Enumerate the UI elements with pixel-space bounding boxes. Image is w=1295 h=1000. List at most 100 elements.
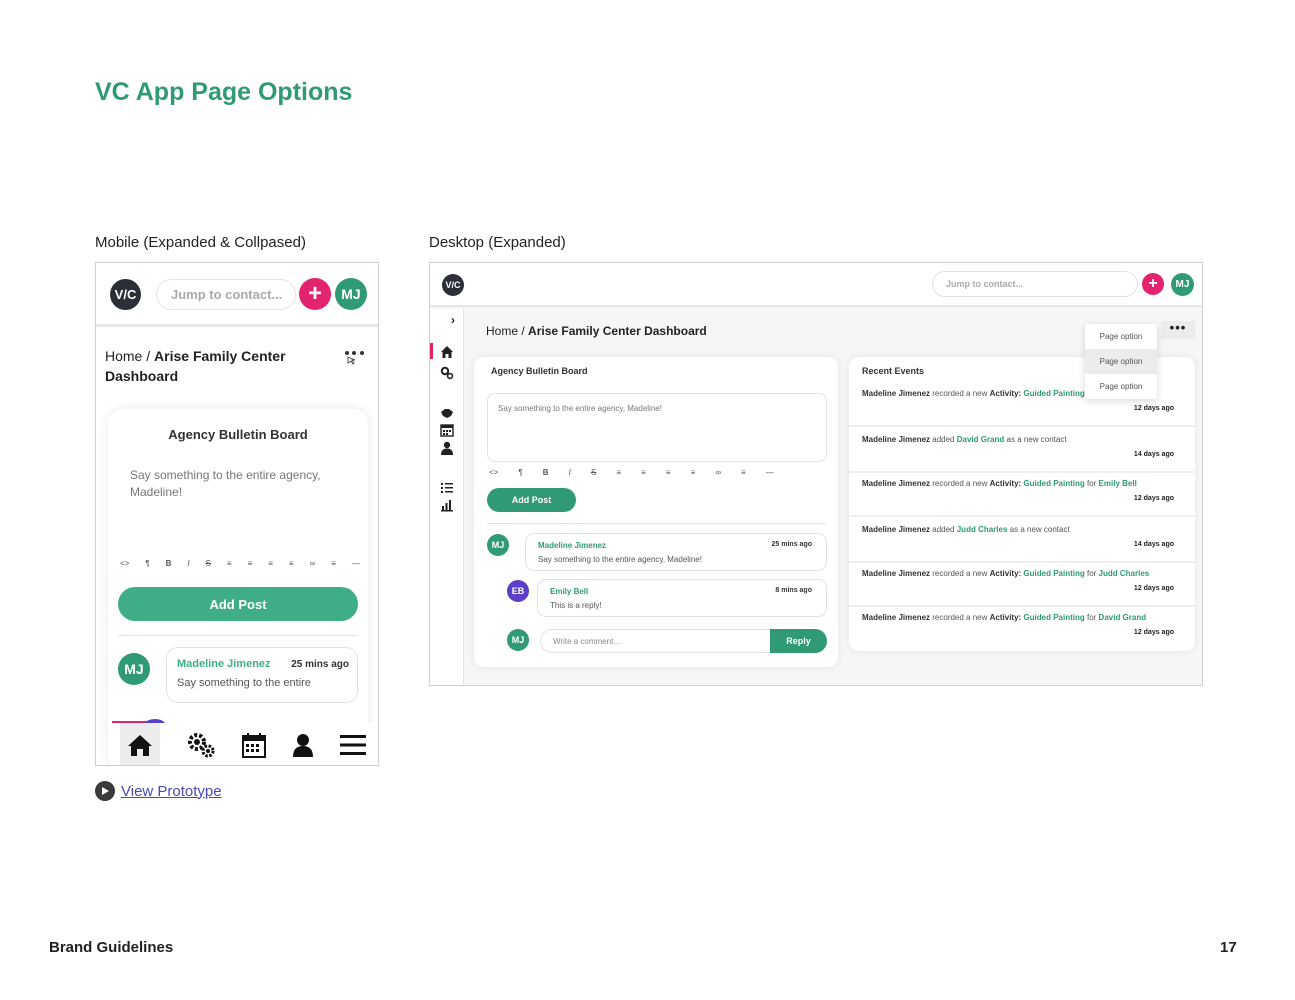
- toolbar-button[interactable]: ∞: [715, 468, 721, 477]
- event-text: Madeline Jimenez recorded a new Activity…: [862, 389, 1085, 398]
- calendar-icon[interactable]: [242, 732, 266, 758]
- gears-icon[interactable]: [186, 731, 216, 759]
- event-preposition: for: [1084, 569, 1099, 578]
- comment-input[interactable]: Write a comment… Reply: [540, 629, 827, 653]
- editor-toolbar: <> ¶ B I S ≡ ≡ ≡ ≡ ∞ ≡ —: [489, 468, 774, 477]
- divider: [118, 635, 358, 636]
- event-time: 12 days ago: [1133, 405, 1174, 412]
- view-prototype-text[interactable]: View Prototype: [121, 783, 222, 800]
- play-icon: [95, 781, 115, 801]
- toolbar-button[interactable]: ≡: [248, 559, 253, 568]
- more-options-icon[interactable]: [344, 349, 366, 368]
- toolbar-button[interactable]: ≡: [268, 559, 273, 568]
- breadcrumb-home[interactable]: Home: [105, 348, 142, 364]
- event-actor: Madeline Jimenez: [862, 479, 931, 488]
- sidebar: ›: [430, 309, 464, 685]
- mobile-section-label: Mobile (Expanded & Collpased): [95, 234, 306, 251]
- toolbar-button[interactable]: S: [206, 559, 211, 568]
- add-button[interactable]: +: [1142, 273, 1164, 295]
- breadcrumb-home[interactable]: Home: [486, 324, 518, 338]
- toolbar-button[interactable]: ≡: [289, 559, 294, 568]
- desktop-topbar: V/C Jump to contact... + MJ: [430, 263, 1202, 307]
- event-target[interactable]: Judd Charles: [1099, 569, 1150, 578]
- user-avatar[interactable]: MJ: [1171, 273, 1194, 296]
- toolbar-button[interactable]: ≡: [691, 468, 696, 477]
- person-icon[interactable]: [440, 441, 454, 455]
- event-object[interactable]: Guided Painting: [1023, 613, 1084, 622]
- toolbar-button[interactable]: ≡: [331, 559, 336, 568]
- calendar-icon[interactable]: [440, 423, 454, 437]
- breadcrumb-separator: /: [518, 324, 529, 338]
- reply-author[interactable]: Emily Bell: [550, 587, 588, 596]
- page-option-item[interactable]: Page option: [1085, 324, 1157, 349]
- page-title: VC App Page Options: [95, 78, 353, 106]
- view-prototype-link[interactable]: View Prototype: [95, 781, 222, 801]
- event-object[interactable]: Guided Painting: [1023, 569, 1084, 578]
- toolbar-button[interactable]: —: [352, 559, 360, 568]
- toolbar-button[interactable]: ≡: [641, 468, 646, 477]
- comment-time: 25 mins ago: [771, 541, 812, 548]
- event-keyword: Activity:: [989, 613, 1024, 622]
- event-row: Madeline Jimenez added David Grand as a …: [849, 429, 1195, 473]
- toolbar-button[interactable]: I: [569, 468, 571, 477]
- toolbar-button[interactable]: I: [187, 559, 189, 568]
- card-title: Recent Events: [862, 366, 925, 376]
- event-keyword: Activity:: [989, 389, 1024, 398]
- bulletin-board-card: Agency Bulletin Board Say something to t…: [474, 357, 838, 667]
- add-post-button[interactable]: Add Post: [118, 587, 358, 621]
- event-object[interactable]: Guided Painting: [1023, 479, 1084, 488]
- search-input[interactable]: Jump to contact...: [156, 279, 296, 310]
- nav-home[interactable]: [120, 723, 160, 765]
- toolbar-button[interactable]: —: [766, 468, 774, 477]
- home-icon[interactable]: [440, 345, 454, 359]
- comment-author[interactable]: Madeline Jimenez: [538, 541, 606, 550]
- event-object[interactable]: Guided Painting: [1023, 389, 1084, 398]
- event-actor: Madeline Jimenez: [862, 613, 931, 622]
- breadcrumb: Home / Arise Family Center Dashboard: [486, 324, 707, 338]
- toolbar-button[interactable]: ≡: [227, 559, 232, 568]
- reply-button[interactable]: Reply: [770, 629, 827, 653]
- toolbar-button[interactable]: ≡: [741, 468, 746, 477]
- add-button[interactable]: +: [299, 278, 331, 310]
- toolbar-button[interactable]: <>: [120, 559, 129, 568]
- toolbar-button[interactable]: ∞: [310, 559, 316, 568]
- card-title: Agency Bulletin Board: [491, 366, 588, 376]
- toolbar-button[interactable]: ¶: [518, 468, 522, 477]
- add-post-button[interactable]: Add Post: [487, 488, 576, 512]
- event-text: Madeline Jimenez recorded a new Activity…: [862, 569, 1149, 578]
- page-option-item[interactable]: Page option: [1085, 349, 1157, 374]
- post-textarea[interactable]: Say something to the entire agency, Made…: [130, 467, 340, 501]
- desktop-mockup: V/C Jump to contact... + MJ › Home / Ari…: [429, 262, 1203, 686]
- handshake-icon[interactable]: [440, 406, 454, 420]
- event-object[interactable]: David Grand: [957, 435, 1005, 444]
- toolbar-button[interactable]: ≡: [666, 468, 671, 477]
- page-options-button[interactable]: •••: [1161, 321, 1195, 339]
- event-object[interactable]: Judd Charles: [957, 525, 1008, 534]
- home-icon: [128, 735, 152, 756]
- comment-author[interactable]: Madeline Jimenez: [177, 658, 271, 670]
- event-target[interactable]: David Grand: [1099, 613, 1147, 622]
- post-textarea[interactable]: Say something to the entire agency, Made…: [487, 393, 827, 462]
- chart-icon[interactable]: [440, 498, 454, 512]
- vc-logo[interactable]: V/C: [442, 274, 464, 296]
- search-input[interactable]: Jump to contact...: [932, 271, 1138, 297]
- gears-icon[interactable]: [440, 366, 454, 380]
- event-keyword: Activity:: [989, 479, 1024, 488]
- toolbar-button[interactable]: S: [591, 468, 596, 477]
- vc-logo[interactable]: V/C: [110, 279, 141, 310]
- toolbar-button[interactable]: ¶: [145, 559, 149, 568]
- toolbar-button[interactable]: B: [543, 468, 549, 477]
- event-target[interactable]: Emily Bell: [1099, 479, 1137, 488]
- expand-sidebar-icon[interactable]: ›: [451, 313, 455, 327]
- page-option-item[interactable]: Page option: [1085, 374, 1157, 399]
- toolbar-button[interactable]: <>: [489, 468, 498, 477]
- comment-bubble: Madeline Jimenez 25 mins ago Say somethi…: [525, 533, 827, 571]
- event-preposition: for: [1084, 479, 1099, 488]
- toolbar-button[interactable]: ≡: [616, 468, 621, 477]
- user-avatar[interactable]: MJ: [335, 278, 367, 310]
- person-icon[interactable]: [292, 733, 314, 757]
- toolbar-button[interactable]: B: [166, 559, 172, 568]
- checklist-icon[interactable]: [440, 481, 454, 495]
- event-actor: Madeline Jimenez: [862, 525, 931, 534]
- menu-icon[interactable]: [340, 734, 366, 756]
